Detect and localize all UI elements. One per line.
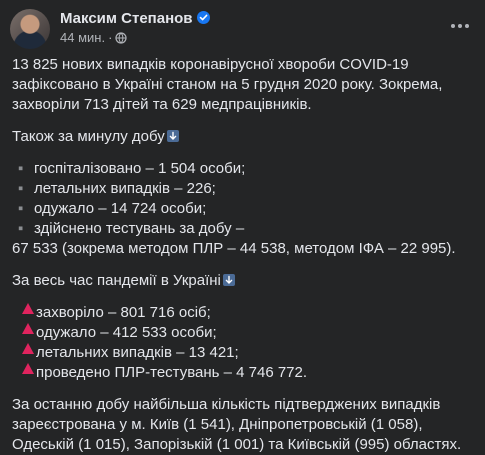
verified-badge-icon bbox=[196, 11, 210, 24]
down-arrow-emoji-icon bbox=[166, 130, 179, 142]
list-item: проведено ПЛР-тестувань – 4 746 772. bbox=[12, 363, 471, 383]
facebook-post: Максим Степанов 44 мин. · 13 825 нових ви… bbox=[0, 0, 485, 453]
list-item: ▪ здійснено тестувань за добу – bbox=[12, 219, 471, 239]
avatar[interactable] bbox=[10, 9, 50, 49]
list-item: захворіло – 801 716 осіб; bbox=[12, 303, 471, 323]
list-item: ▪ госпіталізовано – 1 504 особи; bbox=[12, 159, 471, 179]
bullet-dash: ▪ bbox=[18, 200, 24, 217]
meta-separator: · bbox=[108, 30, 113, 45]
author-name[interactable]: Максим Степанов bbox=[60, 10, 193, 27]
total-heading: За весь час пандемії в Україні bbox=[12, 271, 471, 291]
red-triangle-icon bbox=[22, 323, 34, 334]
list-item: летальних випадків – 13 421; bbox=[12, 343, 471, 363]
bullet-dash: ▪ bbox=[18, 220, 24, 237]
post-timestamp[interactable]: 44 мин. bbox=[60, 30, 105, 45]
intro-paragraph: 13 825 нових випадків коронавірусної хво… bbox=[12, 56, 443, 113]
globe-icon[interactable] bbox=[115, 32, 128, 47]
outro-paragraph: За останню добу найбільша кількість підт… bbox=[12, 396, 462, 453]
bullet-dash: ▪ bbox=[18, 160, 24, 177]
day-heading: Також за минулу добу bbox=[12, 127, 471, 147]
list-item: ▪ летальних випадків – 226; bbox=[12, 179, 471, 199]
day-continuation: 67 533 (зокрема методом ПЛР – 44 538, ме… bbox=[12, 240, 456, 257]
total-heading-text: За весь час пандемії в Україні bbox=[12, 272, 221, 289]
post-body: 13 825 нових випадків коронавірусної хво… bbox=[12, 55, 471, 455]
list-item: одужало – 412 533 особи; bbox=[12, 323, 471, 343]
author-row: Максим Степанов bbox=[60, 10, 210, 28]
more-options-icon[interactable] bbox=[449, 15, 471, 37]
bullet-dash: ▪ bbox=[18, 180, 24, 197]
red-triangle-icon bbox=[22, 303, 34, 314]
list-item: ▪ одужало – 14 724 особи; bbox=[12, 199, 471, 219]
red-triangle-icon bbox=[22, 363, 34, 374]
day-heading-text: Також за минулу добу bbox=[12, 128, 165, 145]
red-triangle-icon bbox=[22, 343, 34, 354]
down-arrow-emoji-icon bbox=[222, 274, 235, 286]
post-meta: 44 мин. · bbox=[60, 30, 128, 47]
post-header: Максим Степанов 44 мин. · bbox=[10, 9, 475, 49]
